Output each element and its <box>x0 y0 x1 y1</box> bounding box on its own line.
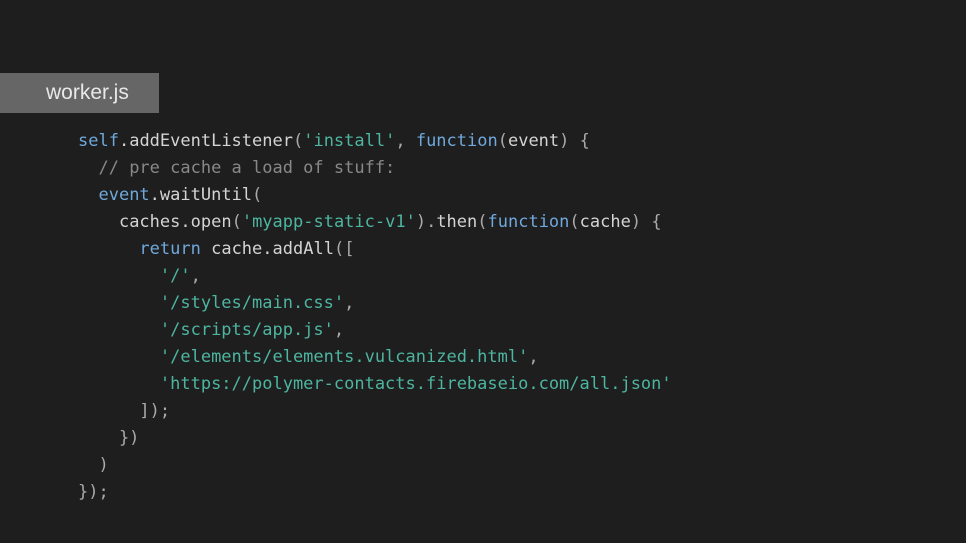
code-token: addAll <box>273 239 334 259</box>
code-token <box>78 347 160 367</box>
code-token: ( <box>477 212 487 232</box>
code-token <box>78 320 160 340</box>
code-token: ( <box>569 212 579 232</box>
code-token: return <box>139 239 200 259</box>
code-line: return cache.addAll([ <box>78 236 672 263</box>
code-token: '/styles/main.css' <box>160 293 344 313</box>
code-token: cache <box>211 239 262 259</box>
code-line: '/', <box>78 263 672 290</box>
code-line: event.waitUntil( <box>78 182 672 209</box>
code-token: ([ <box>334 239 354 259</box>
code-token: event <box>98 185 149 205</box>
code-token: waitUntil <box>160 185 252 205</box>
code-line: 'https://polymer-contacts.firebaseio.com… <box>78 371 672 398</box>
code-token: . <box>150 185 160 205</box>
code-token: }) <box>78 428 139 448</box>
code-line: }); <box>78 479 672 506</box>
code-token: . <box>262 239 272 259</box>
code-token: function <box>416 131 498 151</box>
code-token <box>201 239 211 259</box>
code-token: function <box>488 212 570 232</box>
code-token: '/scripts/app.js' <box>160 320 334 340</box>
code-line: caches.open('myapp-static-v1').then(func… <box>78 209 672 236</box>
code-token: . <box>119 131 129 151</box>
code-line: '/elements/elements.vulcanized.html', <box>78 344 672 371</box>
code-line: ]); <box>78 398 672 425</box>
code-token: cache <box>580 212 631 232</box>
code-token: ) { <box>559 131 590 151</box>
code-token: self <box>78 131 119 151</box>
code-token: addEventListener <box>129 131 293 151</box>
code-token <box>78 293 160 313</box>
file-tab-label: worker.js <box>46 81 129 104</box>
code-token <box>78 212 119 232</box>
code-token: ( <box>498 131 508 151</box>
code-editor[interactable]: self.addEventListener('install', functio… <box>78 128 672 506</box>
code-line: self.addEventListener('install', functio… <box>78 128 672 155</box>
code-token: '/elements/elements.vulcanized.html' <box>160 347 528 367</box>
code-token: ( <box>293 131 303 151</box>
code-token: // pre cache a load of stuff: <box>98 158 395 178</box>
code-token <box>78 266 160 286</box>
code-token: event <box>508 131 559 151</box>
code-token: 'install' <box>303 131 395 151</box>
code-token: , <box>191 266 201 286</box>
code-token: , <box>528 347 538 367</box>
code-token <box>78 185 98 205</box>
code-token: . <box>180 212 190 232</box>
code-token: ) { <box>631 212 662 232</box>
code-token: '/' <box>160 266 191 286</box>
code-line: }) <box>78 425 672 452</box>
code-token: , <box>334 320 344 340</box>
code-token: open <box>191 212 232 232</box>
code-token: , <box>395 131 415 151</box>
code-line: '/scripts/app.js', <box>78 317 672 344</box>
code-token: ( <box>232 212 242 232</box>
code-token <box>78 374 160 394</box>
code-token: 'myapp-static-v1' <box>242 212 416 232</box>
code-token: caches <box>119 212 180 232</box>
code-token: ) <box>78 455 109 475</box>
code-token: then <box>436 212 477 232</box>
code-token: }); <box>78 482 109 502</box>
code-line: ) <box>78 452 672 479</box>
file-tab[interactable]: worker.js <box>0 73 159 113</box>
code-token: , <box>344 293 354 313</box>
code-token <box>78 158 98 178</box>
code-token: 'https://polymer-contacts.firebaseio.com… <box>160 374 672 394</box>
code-token <box>78 239 139 259</box>
code-line: '/styles/main.css', <box>78 290 672 317</box>
code-line: // pre cache a load of stuff: <box>78 155 672 182</box>
code-token: ). <box>416 212 436 232</box>
code-token: ]); <box>78 401 170 421</box>
code-token: ( <box>252 185 262 205</box>
